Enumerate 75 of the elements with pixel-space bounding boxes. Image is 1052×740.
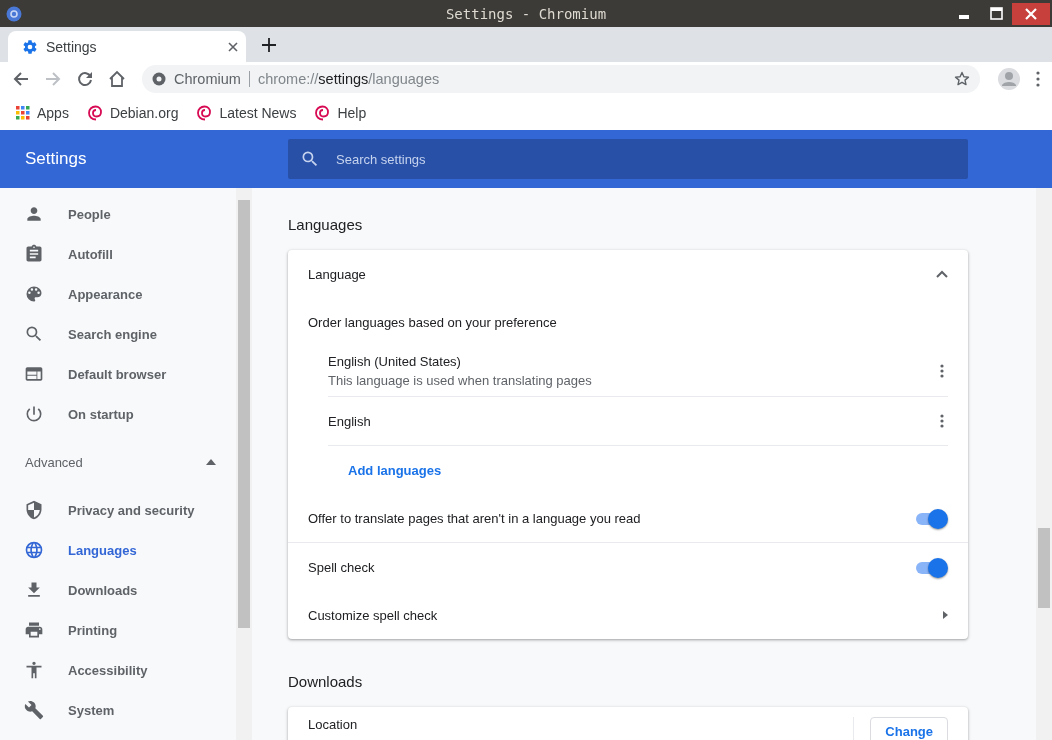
card-title: Language (308, 266, 366, 282)
sidebar-item[interactable]: Autofill (0, 234, 236, 274)
toggle-switch[interactable] (914, 557, 948, 577)
setting-label: Customize spell check (308, 607, 438, 623)
site-info-icon (152, 72, 166, 86)
close-icon[interactable] (228, 41, 238, 52)
add-languages-link[interactable]: Add languages (348, 462, 442, 478)
apps-grid-icon (16, 106, 30, 120)
plus-icon[interactable] (262, 37, 276, 52)
swirl-icon (196, 105, 213, 121)
url-text: chrome://settings/languages (257, 71, 441, 87)
more-options-icon[interactable] (940, 364, 944, 378)
language-note: This language is used when translating pages (328, 373, 593, 388)
search-icon (24, 324, 44, 344)
sidebar-item[interactable]: People (0, 194, 236, 234)
page-scrollbar[interactable] (1036, 188, 1052, 740)
collapse-icon[interactable] (936, 270, 948, 278)
bookmark[interactable]: Apps (14, 103, 71, 123)
sidebar-item[interactable]: Accessibility (0, 650, 236, 690)
browser-tab[interactable]: Settings (8, 31, 246, 62)
chevron-right-icon[interactable] (943, 611, 948, 619)
swirl-icon (314, 105, 331, 121)
address-bar[interactable]: Chromium chrome://settings/languages (142, 65, 980, 93)
accessibility-icon (24, 660, 44, 680)
sidebar-item[interactable]: Appearance (0, 274, 236, 314)
printer-icon (24, 620, 44, 640)
gear-icon (22, 38, 38, 55)
bookmark[interactable]: Debian.org (84, 103, 181, 123)
sidebar-item[interactable]: Printing (0, 610, 236, 650)
toggle-switch[interactable] (914, 508, 948, 528)
subtitle: Order languages based on your preference (308, 314, 557, 330)
swirl-icon (86, 105, 103, 121)
search-field[interactable]: Search settings (288, 139, 968, 179)
star-icon[interactable] (954, 71, 970, 87)
sidebar-item[interactable]: Default browser (0, 354, 236, 394)
setting-label: Spell check (308, 559, 375, 575)
palette-icon (24, 284, 44, 304)
sidebar-item[interactable]: Privacy and security (0, 490, 236, 530)
search-input[interactable]: Search settings (334, 150, 968, 168)
home-icon[interactable] (108, 70, 126, 88)
setting-label: Offer to translate pages that aren't in a language you read (308, 510, 641, 526)
sidebar-scrollbar[interactable] (236, 188, 252, 740)
window-title: Settings - Chromium (445, 5, 607, 22)
caret-icon (206, 459, 216, 465)
sidebar-item[interactable]: System (0, 690, 236, 730)
back-arrow-icon[interactable] (12, 70, 30, 88)
page-title: Settings (25, 149, 87, 168)
change-button[interactable]: Change (870, 717, 948, 740)
sidebar-item[interactable]: On startup (0, 394, 236, 434)
browser-window-icon (24, 364, 44, 384)
power-icon (24, 404, 44, 424)
browser-logo-icon (6, 5, 22, 22)
reload-icon[interactable] (76, 70, 94, 88)
shield-icon (24, 500, 44, 520)
sidebar-item[interactable]: Languages (0, 530, 236, 570)
bookmark[interactable]: Latest News (194, 103, 299, 123)
section-title: Languages (288, 216, 364, 233)
sidebar-item[interactable]: Search engine (0, 314, 236, 354)
close-button[interactable] (1012, 2, 1050, 25)
menu-icon[interactable] (1036, 71, 1040, 87)
section-title: Downloads (288, 673, 364, 690)
language-name: English (United States) (328, 354, 462, 369)
more-options-icon[interactable] (940, 414, 944, 428)
wrench-icon (24, 700, 44, 720)
language-name: English (328, 413, 372, 429)
close-icon (1025, 7, 1037, 20)
bookmark[interactable]: Help (312, 103, 369, 123)
setting-label: Location (308, 717, 358, 732)
search-icon (300, 149, 320, 169)
sidebar-item[interactable]: Downloads (0, 570, 236, 610)
globe-icon (24, 540, 44, 560)
maximize-icon[interactable] (989, 7, 1003, 20)
site-name: Chromium (174, 71, 241, 87)
advanced-section-toggle[interactable]: Advanced (0, 434, 236, 490)
clipboard-icon (24, 244, 44, 264)
